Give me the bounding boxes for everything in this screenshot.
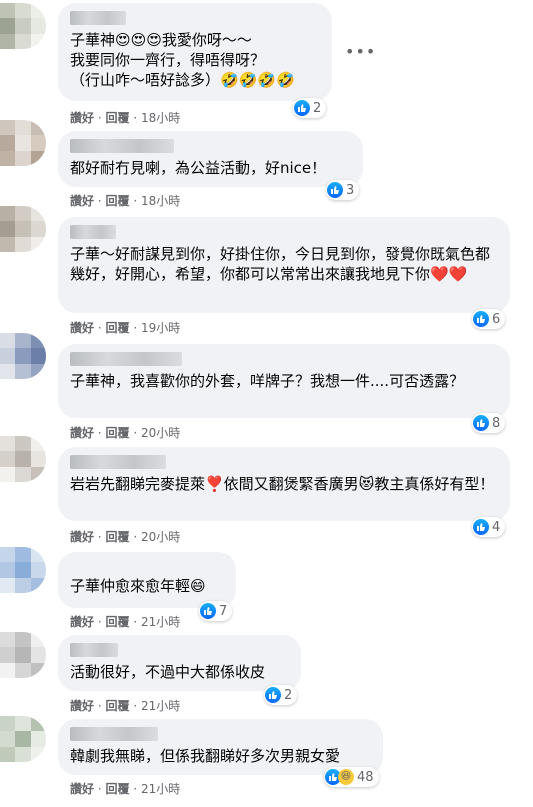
avatar[interactable] xyxy=(0,716,46,762)
author-name-redacted[interactable] xyxy=(70,139,174,153)
avatar[interactable] xyxy=(0,120,46,166)
like-button[interactable]: 讚好 xyxy=(70,530,94,544)
timestamp[interactable]: 21小時 xyxy=(141,782,180,796)
author-name-redacted[interactable] xyxy=(70,225,116,239)
comment-bubble: 子華仲愈來愈年輕😄 xyxy=(58,552,236,608)
like-icon xyxy=(327,182,343,198)
comment-text: 子華～好耐謀見到你，好掛住你，今日見到你，發覺你既氣色都幾好，好開心，希望，你都… xyxy=(70,245,491,283)
reply-button[interactable]: 回覆 xyxy=(106,426,130,440)
comment-text: 活動很好，不過中大都係收皮 xyxy=(70,663,266,681)
like-icon xyxy=(265,687,281,703)
comment-text: 岩岩先翻睇完麥提萊❣️依間又翻煲緊香廣男😻教主真係好有型！ xyxy=(70,475,495,493)
reply-button[interactable]: 回覆 xyxy=(106,194,130,208)
timestamp[interactable]: 21小時 xyxy=(141,699,180,713)
timestamp[interactable]: 20小時 xyxy=(141,530,180,544)
reaction-count[interactable]: 8 xyxy=(472,413,506,433)
reaction-count[interactable]: 2 xyxy=(264,685,298,705)
comment-text: 子華神😍😍😍我愛你呀～～ 我要同你一齊行，得唔得呀？ （行山咋～唔好諗多）🤣🤣🤣… xyxy=(70,31,295,89)
comment-bubble: 活動很好，不過中大都係收皮 xyxy=(58,635,301,691)
comment-actions: 讚好 · 回覆 · 21小時 xyxy=(70,699,181,713)
author-name-redacted[interactable] xyxy=(70,11,126,25)
reply-button[interactable]: 回覆 xyxy=(106,530,130,544)
avatar[interactable] xyxy=(0,436,46,482)
reply-button[interactable]: 回覆 xyxy=(106,321,130,335)
like-icon xyxy=(294,100,310,116)
comment-actions: 讚好 · 回覆 · 21小時 xyxy=(70,782,181,796)
like-button[interactable]: 讚好 xyxy=(70,615,94,629)
reply-button[interactable]: 回覆 xyxy=(106,111,130,125)
comment-bubble: 子華神，我喜歡你的外套，咩牌子？我想一件....可否透露？ xyxy=(58,344,510,418)
reply-button[interactable]: 回覆 xyxy=(106,699,130,713)
haha-icon: 😆 xyxy=(338,769,354,785)
reaction-count[interactable]: 3 xyxy=(326,180,360,200)
comment-text: 子華神，我喜歡你的外套，咩牌子？我想一件....可否透露？ xyxy=(70,372,465,390)
like-button[interactable]: 讚好 xyxy=(70,782,94,796)
author-name-redacted[interactable] xyxy=(70,643,118,657)
comment-actions: 讚好 · 回覆 · 18小時 xyxy=(70,111,181,125)
reaction-count[interactable]: 6 xyxy=(472,309,506,329)
like-icon xyxy=(200,603,216,619)
comment-actions: 讚好 · 回覆 · 18小時 xyxy=(70,194,181,208)
comment-actions: 讚好 · 回覆 · 21小時 xyxy=(70,615,181,629)
like-button[interactable]: 讚好 xyxy=(70,426,94,440)
comment-actions: 讚好 · 回覆 · 19小時 xyxy=(70,321,181,335)
timestamp[interactable]: 19小時 xyxy=(141,321,180,335)
comment-bubble: 岩岩先翻睇完麥提萊❣️依間又翻煲緊香廣男😻教主真係好有型！ xyxy=(58,447,510,521)
author-name-redacted[interactable] xyxy=(70,455,166,469)
avatar[interactable] xyxy=(0,333,46,379)
avatar[interactable] xyxy=(0,547,46,593)
comment-text: 子華仲愈來愈年輕😄 xyxy=(70,577,206,595)
like-icon xyxy=(473,519,489,535)
comment-actions: 讚好 · 回覆 · 20小時 xyxy=(70,530,181,544)
reaction-count[interactable]: 😆 48 xyxy=(324,767,379,787)
comment-text: 都好耐冇見喇，為公益活動，好nice！ xyxy=(70,159,327,177)
reply-button[interactable]: 回覆 xyxy=(106,615,130,629)
avatar[interactable] xyxy=(0,632,46,678)
like-icon xyxy=(473,415,489,431)
reaction-count[interactable]: 7 xyxy=(199,601,233,621)
avatar[interactable] xyxy=(0,206,46,252)
more-options-icon[interactable]: ••• xyxy=(345,44,375,61)
timestamp[interactable]: 21小時 xyxy=(141,615,180,629)
reaction-count[interactable]: 4 xyxy=(472,517,506,537)
like-button[interactable]: 讚好 xyxy=(70,321,94,335)
avatar[interactable] xyxy=(0,3,46,49)
reaction-count[interactable]: 2 xyxy=(293,98,327,118)
timestamp[interactable]: 18小時 xyxy=(141,111,180,125)
like-button[interactable]: 讚好 xyxy=(70,194,94,208)
timestamp[interactable]: 18小時 xyxy=(141,194,180,208)
comment-bubble: 子華神😍😍😍我愛你呀～～ 我要同你一齊行，得唔得呀？ （行山咋～唔好諗多）🤣🤣🤣… xyxy=(58,3,332,101)
comment-bubble: 都好耐冇見喇，為公益活動，好nice！ xyxy=(58,131,363,187)
like-button[interactable]: 讚好 xyxy=(70,699,94,713)
comment-text: 韓劇我無睇，但係我翻睇好多次男親女愛 xyxy=(70,747,341,765)
comment-actions: 讚好 · 回覆 · 20小時 xyxy=(70,426,181,440)
author-name-redacted[interactable] xyxy=(70,352,182,366)
author-name-redacted[interactable] xyxy=(70,727,158,741)
like-button[interactable]: 讚好 xyxy=(70,111,94,125)
comment-bubble: 子華～好耐謀見到你，好掛住你，今日見到你，發覺你既氣色都幾好，好開心，希望，你都… xyxy=(58,217,510,313)
like-icon xyxy=(473,311,489,327)
timestamp[interactable]: 20小時 xyxy=(141,426,180,440)
reply-button[interactable]: 回覆 xyxy=(106,782,130,796)
